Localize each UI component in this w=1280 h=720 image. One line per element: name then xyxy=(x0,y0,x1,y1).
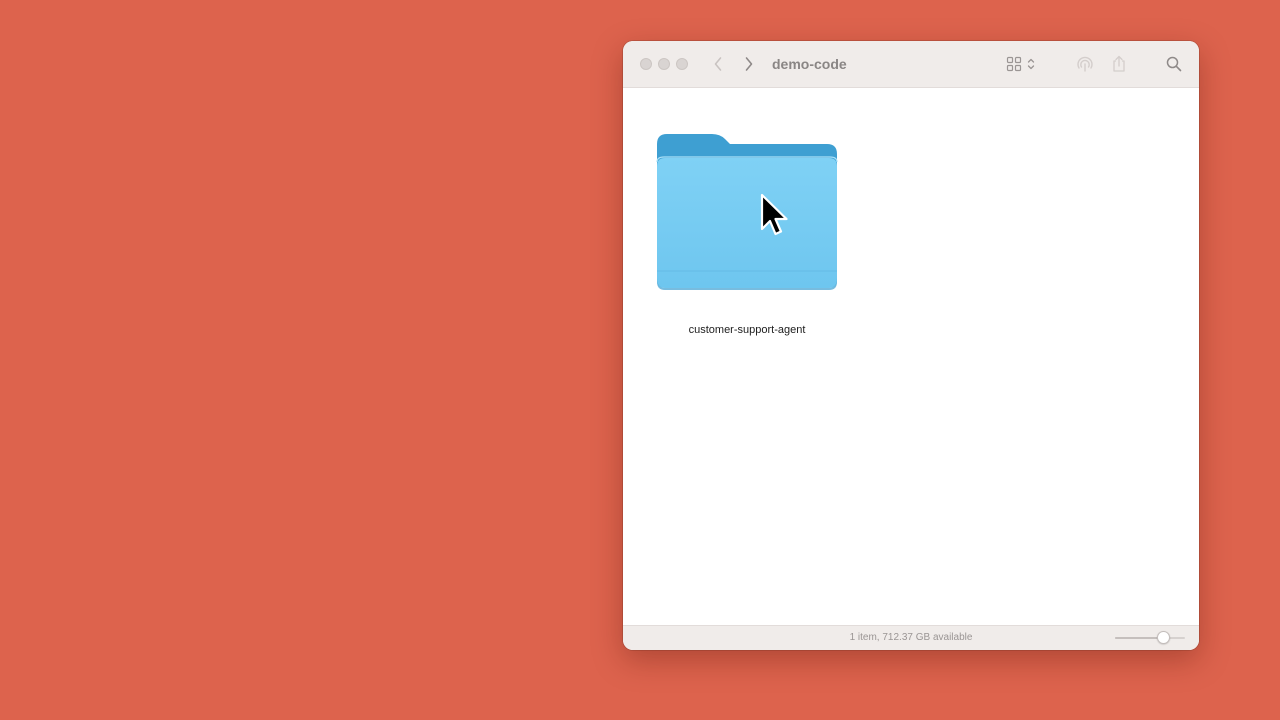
view-options-button[interactable] xyxy=(1004,53,1038,75)
desktop: demo-code customer-support-agent 1 item,… xyxy=(0,0,1280,720)
close-window-button[interactable] xyxy=(640,58,652,70)
share-button[interactable] xyxy=(1108,53,1130,75)
updown-chevron-icon xyxy=(1027,58,1035,70)
finder-window: demo-code customer-support-agent 1 item,… xyxy=(623,41,1199,650)
zoom-window-button[interactable] xyxy=(676,58,688,70)
forward-button[interactable] xyxy=(738,53,760,75)
status-bar: 1 item, 712.37 GB available xyxy=(623,625,1199,650)
grid-view-icon xyxy=(1006,56,1022,72)
chevron-left-icon xyxy=(714,57,722,71)
search-button[interactable] xyxy=(1163,53,1185,75)
chevron-right-icon xyxy=(745,57,753,71)
title-bar: demo-code xyxy=(623,41,1199,88)
icon-size-slider[interactable] xyxy=(1115,630,1185,646)
folder-icon xyxy=(656,134,838,290)
folder-item[interactable]: customer-support-agent xyxy=(653,132,841,337)
folder-name: customer-support-agent xyxy=(688,324,806,336)
slider-knob[interactable] xyxy=(1156,631,1170,644)
search-icon xyxy=(1166,56,1182,72)
status-text: 1 item, 712.37 GB available xyxy=(849,632,973,643)
back-button[interactable] xyxy=(707,53,729,75)
file-browser-area[interactable]: customer-support-agent xyxy=(623,88,1199,626)
share-icon xyxy=(1113,55,1125,72)
window-title: demo-code xyxy=(772,56,847,72)
airdrop-icon xyxy=(1077,56,1093,72)
slider-fill xyxy=(1115,637,1163,639)
minimize-window-button[interactable] xyxy=(658,58,670,70)
airdrop-button[interactable] xyxy=(1074,53,1096,75)
